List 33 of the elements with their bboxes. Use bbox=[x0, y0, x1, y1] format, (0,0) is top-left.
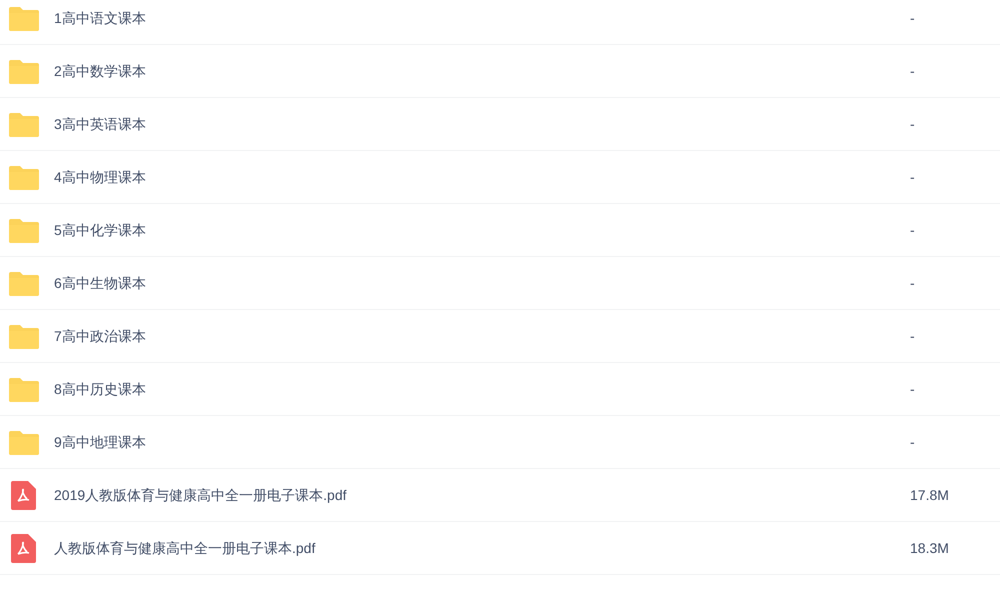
file-size: - bbox=[910, 114, 915, 134]
folder-icon bbox=[9, 217, 39, 243]
file-size: - bbox=[910, 380, 915, 398]
file-size: - bbox=[910, 8, 915, 28]
file-size: - bbox=[910, 62, 915, 80]
folder-icon bbox=[9, 376, 39, 402]
folder-icon bbox=[9, 270, 39, 296]
file-size: - bbox=[910, 220, 915, 240]
pdf-icon bbox=[11, 480, 36, 510]
folder-icon bbox=[9, 429, 39, 455]
file-size: 18.3M bbox=[910, 538, 949, 558]
file-name[interactable]: 2019人教版体育与健康高中全一册电子课本.pdf bbox=[54, 484, 910, 506]
file-size: - bbox=[910, 168, 915, 186]
folder-icon bbox=[9, 58, 39, 84]
folder-icon bbox=[9, 164, 39, 190]
file-name[interactable]: 人教版体育与健康高中全一册电子课本.pdf bbox=[54, 538, 910, 558]
folder-name[interactable]: 1高中语文课本 bbox=[54, 8, 910, 28]
folder-name[interactable]: 8高中历史课本 bbox=[54, 378, 910, 400]
folder-icon bbox=[9, 111, 39, 137]
file-size: - bbox=[910, 432, 915, 452]
folder-name[interactable]: 4高中物理课本 bbox=[54, 166, 910, 188]
file-size: - bbox=[910, 326, 915, 346]
folder-name[interactable]: 7高中政治课本 bbox=[54, 326, 910, 346]
folder-name[interactable]: 9高中地理课本 bbox=[54, 432, 910, 452]
folder-name[interactable]: 5高中化学课本 bbox=[54, 220, 910, 240]
folder-name[interactable]: 6高中生物课本 bbox=[54, 272, 910, 294]
pdf-icon bbox=[11, 534, 36, 562]
folder-icon bbox=[9, 323, 39, 349]
file-size: - bbox=[910, 274, 915, 292]
folder-name[interactable]: 3高中英语课本 bbox=[54, 114, 910, 134]
folder-icon bbox=[9, 5, 39, 31]
folder-name[interactable]: 2高中数学课本 bbox=[54, 60, 910, 82]
file-size: 17.8M bbox=[910, 486, 949, 504]
